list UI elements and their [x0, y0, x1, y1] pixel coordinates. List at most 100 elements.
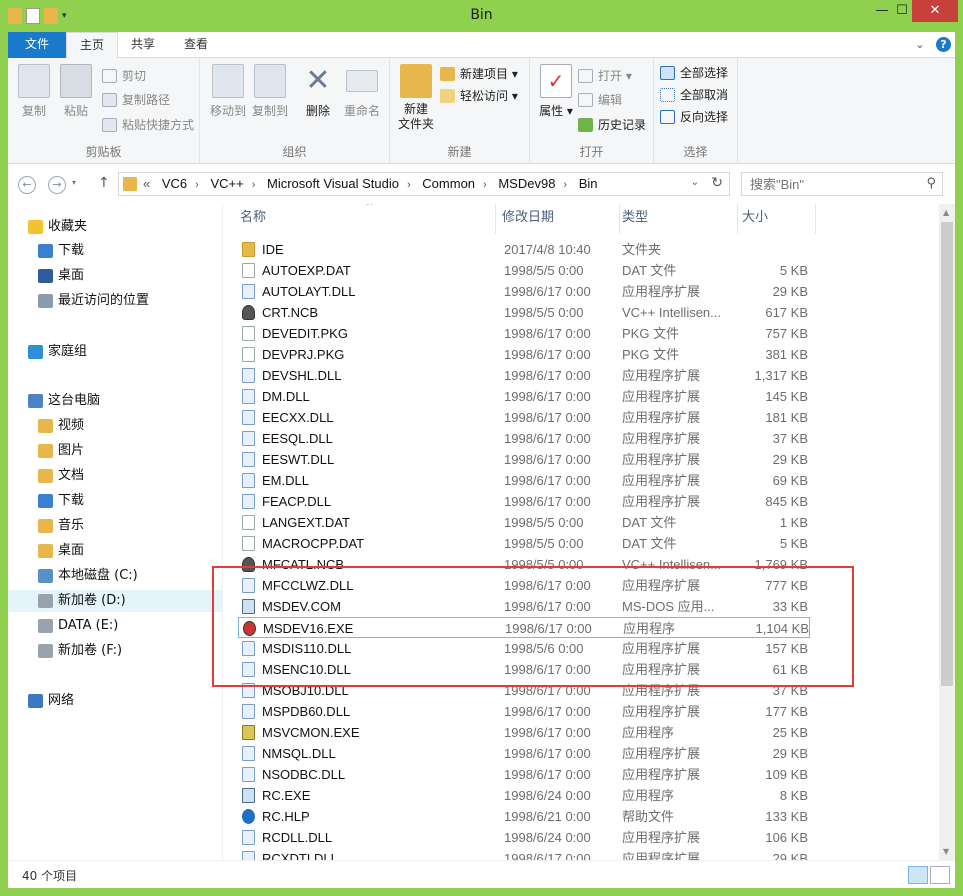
vertical-scrollbar[interactable]: ▲ ▼	[939, 204, 955, 860]
paste-shortcut-button[interactable]: 粘贴快捷方式	[102, 115, 194, 135]
back-arrow-icon[interactable]: ←	[18, 176, 36, 194]
nav-item[interactable]: DATA (E:)	[8, 615, 222, 637]
crumb-vcpp[interactable]: VC++	[210, 176, 243, 191]
nav-item[interactable]: 视频	[8, 415, 222, 437]
chevron-right-icon[interactable]: ›	[483, 179, 487, 191]
paste-button[interactable]: 粘贴	[54, 64, 98, 119]
table-row[interactable]: DEVPRJ.PKG 1998/6/17 0:00 PKG 文件 381 KB	[238, 344, 810, 365]
nav-item[interactable]: 下载	[8, 490, 222, 512]
table-row[interactable]: MSVCMON.EXE 1998/6/17 0:00 应用程序 25 KB	[238, 722, 810, 743]
table-row[interactable]: AUTOEXP.DAT 1998/5/5 0:00 DAT 文件 5 KB	[238, 260, 810, 281]
details-view-icon[interactable]	[908, 866, 928, 884]
nav-item[interactable]: 家庭组	[8, 341, 222, 363]
large-icons-view-icon[interactable]	[930, 866, 950, 884]
table-row[interactable]: LANGEXT.DAT 1998/5/5 0:00 DAT 文件 1 KB	[238, 512, 810, 533]
chevron-right-icon[interactable]: ›	[563, 179, 567, 191]
table-row[interactable]: CRT.NCB 1998/5/5 0:00 VC++ Intellisen... 61…	[238, 302, 810, 323]
forward-arrow-icon[interactable]: →	[48, 176, 66, 194]
copy-to-button[interactable]: 复制到	[248, 64, 292, 119]
recent-locations-icon[interactable]: ▾	[72, 178, 76, 187]
table-row[interactable]: MSOBJ10.DLL 1998/6/17 0:00 应用程序扩展 37 KB	[238, 680, 810, 701]
nav-item[interactable]: 网络	[8, 690, 222, 712]
select-all-button[interactable]: 全部选择	[660, 63, 728, 83]
table-row[interactable]: MSPDB60.DLL 1998/6/17 0:00 应用程序扩展 177 KB	[238, 701, 810, 722]
table-row[interactable]: DM.DLL 1998/6/17 0:00 应用程序扩展 145 KB	[238, 386, 810, 407]
table-row[interactable]: MACROCPP.DAT 1998/5/5 0:00 DAT 文件 5 KB	[238, 533, 810, 554]
table-row[interactable]: EECXX.DLL 1998/6/17 0:00 应用程序扩展 181 KB	[238, 407, 810, 428]
chevron-right-icon[interactable]: ›	[252, 179, 256, 191]
table-row[interactable]: FEACP.DLL 1998/6/17 0:00 应用程序扩展 845 KB	[238, 491, 810, 512]
table-row[interactable]: MSENC10.DLL 1998/6/17 0:00 应用程序扩展 61 KB	[238, 659, 810, 680]
search-box[interactable]: ⚲	[741, 172, 943, 196]
table-row[interactable]: RC.EXE 1998/6/24 0:00 应用程序 8 KB	[238, 785, 810, 806]
nav-item[interactable]: 收藏夹	[8, 216, 222, 238]
cut-button[interactable]: 剪切	[102, 66, 146, 86]
table-row[interactable]: RCXDTI.DLL 1998/6/17 0:00 应用程序扩展 29 KB	[238, 848, 810, 860]
chevron-down-icon[interactable]: ⌄	[691, 177, 699, 188]
properties-button[interactable]: ✓ 属性 ▾	[536, 64, 576, 119]
table-row[interactable]: NSODBC.DLL 1998/6/17 0:00 应用程序扩展 109 KB	[238, 764, 810, 785]
table-row[interactable]: MSDEV.COM 1998/6/17 0:00 MS-DOS 应用... 33 KB	[238, 596, 810, 617]
open-button[interactable]: 打开 ▾	[578, 66, 632, 86]
new-folder-button[interactable]: 新建 文件夹	[396, 64, 436, 132]
nav-item[interactable]: 桌面	[8, 540, 222, 562]
copy-path-button[interactable]: 复制路径	[102, 90, 170, 110]
crumb-msdev98[interactable]: MSDev98	[498, 176, 555, 191]
easy-access-button[interactable]: 轻松访问 ▾	[440, 86, 518, 106]
tab-home[interactable]: 主页	[66, 32, 118, 59]
column-header-date[interactable]: 修改日期	[502, 204, 620, 234]
close-button[interactable]: ✕	[912, 0, 958, 22]
tab-file[interactable]: 文件	[8, 32, 66, 58]
new-item-button[interactable]: 新建项目 ▾	[440, 64, 518, 84]
table-row[interactable]: EESWT.DLL 1998/6/17 0:00 应用程序扩展 29 KB	[238, 449, 810, 470]
nav-item[interactable]: 本地磁盘 (C:)	[8, 565, 222, 587]
help-icon[interactable]: ?	[936, 37, 951, 52]
nav-item[interactable]: 新加卷 (D:)	[8, 590, 222, 612]
nav-item[interactable]: 图片	[8, 440, 222, 462]
refresh-icon[interactable]: ↻	[711, 175, 723, 191]
chevron-right-icon[interactable]: ›	[195, 179, 199, 191]
crumb-vc6[interactable]: VC6	[162, 176, 187, 191]
chevron-right-icon[interactable]: ›	[407, 179, 411, 191]
nav-item[interactable]: 下载	[8, 240, 222, 262]
tab-view[interactable]: 查看	[172, 32, 220, 58]
table-row[interactable]: IDE 2017/4/8 10:40 文件夹	[238, 239, 810, 260]
nav-item[interactable]: 桌面	[8, 265, 222, 287]
crumb-common[interactable]: Common	[422, 176, 475, 191]
table-row[interactable]: RC.HLP 1998/6/21 0:00 帮助文件 133 KB	[238, 806, 810, 827]
column-header-size[interactable]: 大小	[742, 204, 816, 234]
up-arrow-icon[interactable]: ↑	[98, 175, 110, 191]
table-row[interactable]: RCDLL.DLL 1998/6/24 0:00 应用程序扩展 106 KB	[238, 827, 810, 848]
table-row[interactable]: NMSQL.DLL 1998/6/17 0:00 应用程序扩展 29 KB	[238, 743, 810, 764]
table-row[interactable]: EM.DLL 1998/6/17 0:00 应用程序扩展 69 KB	[238, 470, 810, 491]
scroll-up-icon[interactable]: ▲	[943, 208, 949, 217]
search-icon[interactable]: ⚲	[926, 176, 936, 191]
table-row[interactable]: MFCCLWZ.DLL 1998/6/17 0:00 应用程序扩展 777 KB	[238, 575, 810, 596]
nav-item[interactable]: 新加卷 (F:)	[8, 640, 222, 662]
scroll-down-icon[interactable]: ▼	[943, 847, 949, 856]
nav-item[interactable]: 最近访问的位置	[8, 290, 222, 312]
crumb-msvs[interactable]: Microsoft Visual Studio	[267, 176, 399, 191]
column-header-name[interactable]: 名称	[238, 204, 496, 234]
table-row[interactable]: DEVSHL.DLL 1998/6/17 0:00 应用程序扩展 1,317 KB	[238, 365, 810, 386]
column-header-type[interactable]: 类型	[622, 204, 738, 234]
search-input[interactable]	[742, 173, 912, 195]
table-row[interactable]: MSDIS110.DLL 1998/5/6 0:00 应用程序扩展 157 KB	[238, 638, 810, 659]
scrollbar-thumb[interactable]	[941, 222, 953, 686]
address-bar[interactable]: « VC6 › VC++ › Microsoft Visual Studio › Co…	[118, 172, 730, 196]
select-none-button[interactable]: 全部取消	[660, 85, 728, 105]
tab-share[interactable]: 共享	[119, 32, 167, 58]
expand-ribbon-icon[interactable]: ⌄	[915, 38, 924, 51]
nav-item[interactable]: 文档	[8, 465, 222, 487]
table-row[interactable]: MFCATL.NCB 1998/5/5 0:00 VC++ Intellisen..…	[238, 554, 810, 575]
history-button[interactable]: 历史记录	[578, 115, 646, 135]
rename-button[interactable]: 重命名	[340, 64, 384, 119]
crumb-bin[interactable]: Bin	[579, 176, 598, 191]
nav-item[interactable]: 音乐	[8, 515, 222, 537]
table-row[interactable]: MSDEV16.EXE 1998/6/17 0:00 应用程序 1,104 KB	[238, 617, 810, 638]
breadcrumb-overflow[interactable]: «	[143, 176, 150, 191]
table-row[interactable]: DEVEDIT.PKG 1998/6/17 0:00 PKG 文件 757 KB	[238, 323, 810, 344]
nav-item[interactable]: 这台电脑	[8, 390, 222, 412]
edit-button[interactable]: 编辑	[578, 90, 622, 110]
table-row[interactable]: AUTOLAYT.DLL 1998/6/17 0:00 应用程序扩展 29 KB	[238, 281, 810, 302]
